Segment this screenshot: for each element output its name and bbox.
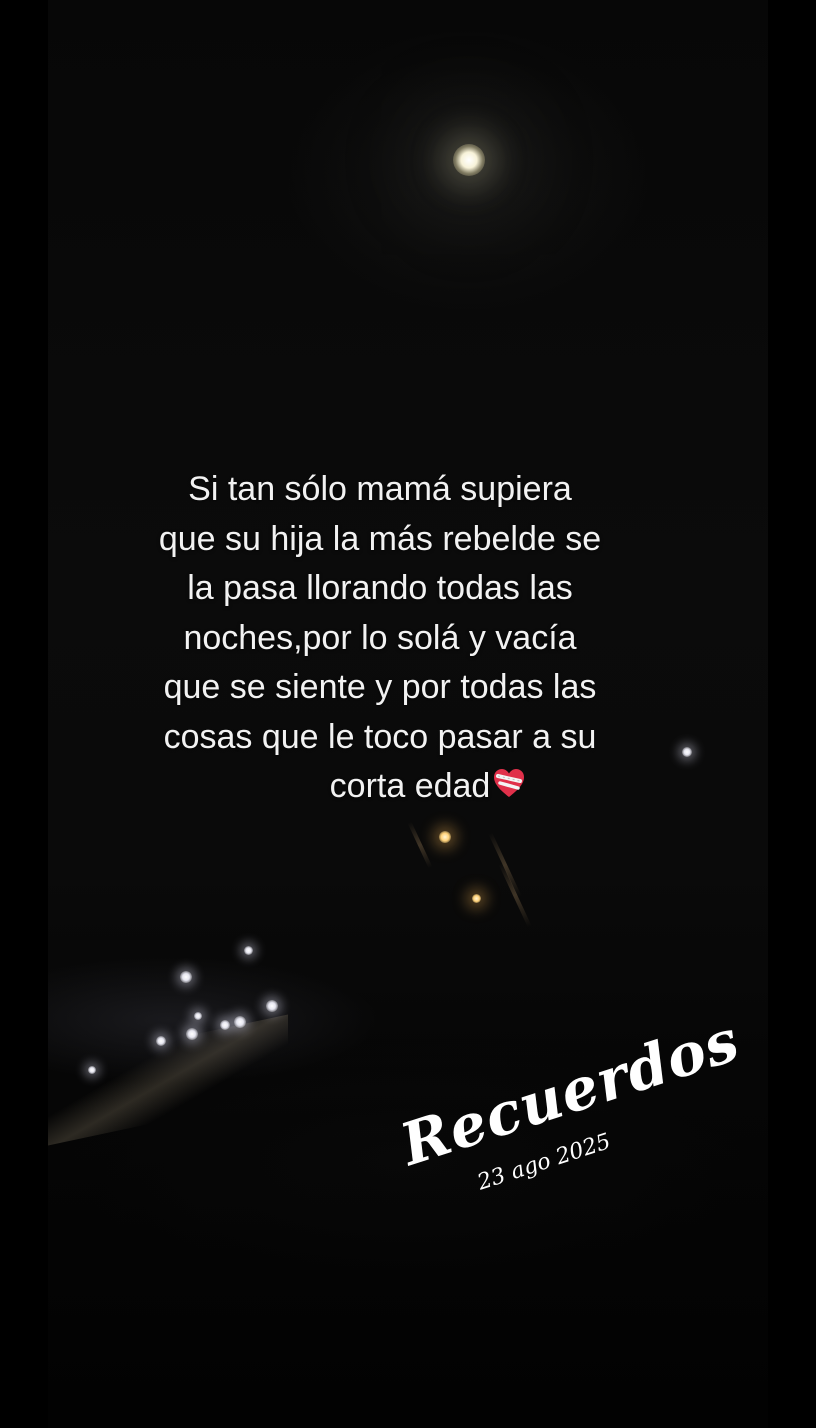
quote-line: que su hija la más rebelde se: [158, 519, 602, 558]
street-light: [186, 1028, 198, 1040]
left-letterbox-bar: [0, 0, 48, 1428]
quote-last-line: corta edad: [90, 762, 670, 814]
street-light: [472, 894, 481, 903]
moon: [453, 144, 485, 176]
fence-streak: [407, 821, 433, 869]
fence-streak: [488, 832, 522, 898]
street-light: [244, 946, 253, 955]
street-light: [88, 1066, 96, 1074]
right-letterbox-bar: [768, 0, 816, 1428]
street-light: [156, 1036, 166, 1046]
street-light: [682, 747, 692, 757]
quote-line: corta edad: [329, 767, 491, 805]
street-light: [266, 1000, 278, 1012]
quote-line: Si tan sólo mamá supiera: [188, 470, 572, 508]
quote-line: que se siente y por todas las: [163, 668, 597, 706]
story-quote: Si tan sólo mamá supiera que su hija la …: [90, 465, 670, 814]
street-light: [234, 1016, 246, 1028]
street-light: [220, 1020, 230, 1030]
mending-heart-icon: [492, 764, 526, 814]
street-light: [439, 831, 451, 843]
street-light: [180, 971, 192, 983]
quote-line: la pasa llorando todas las: [187, 569, 573, 607]
quote-line: noches,por lo solá y vacía: [183, 618, 577, 657]
quote-line: cosas que le toco pasar a su: [163, 717, 597, 756]
street-light: [194, 1012, 202, 1020]
